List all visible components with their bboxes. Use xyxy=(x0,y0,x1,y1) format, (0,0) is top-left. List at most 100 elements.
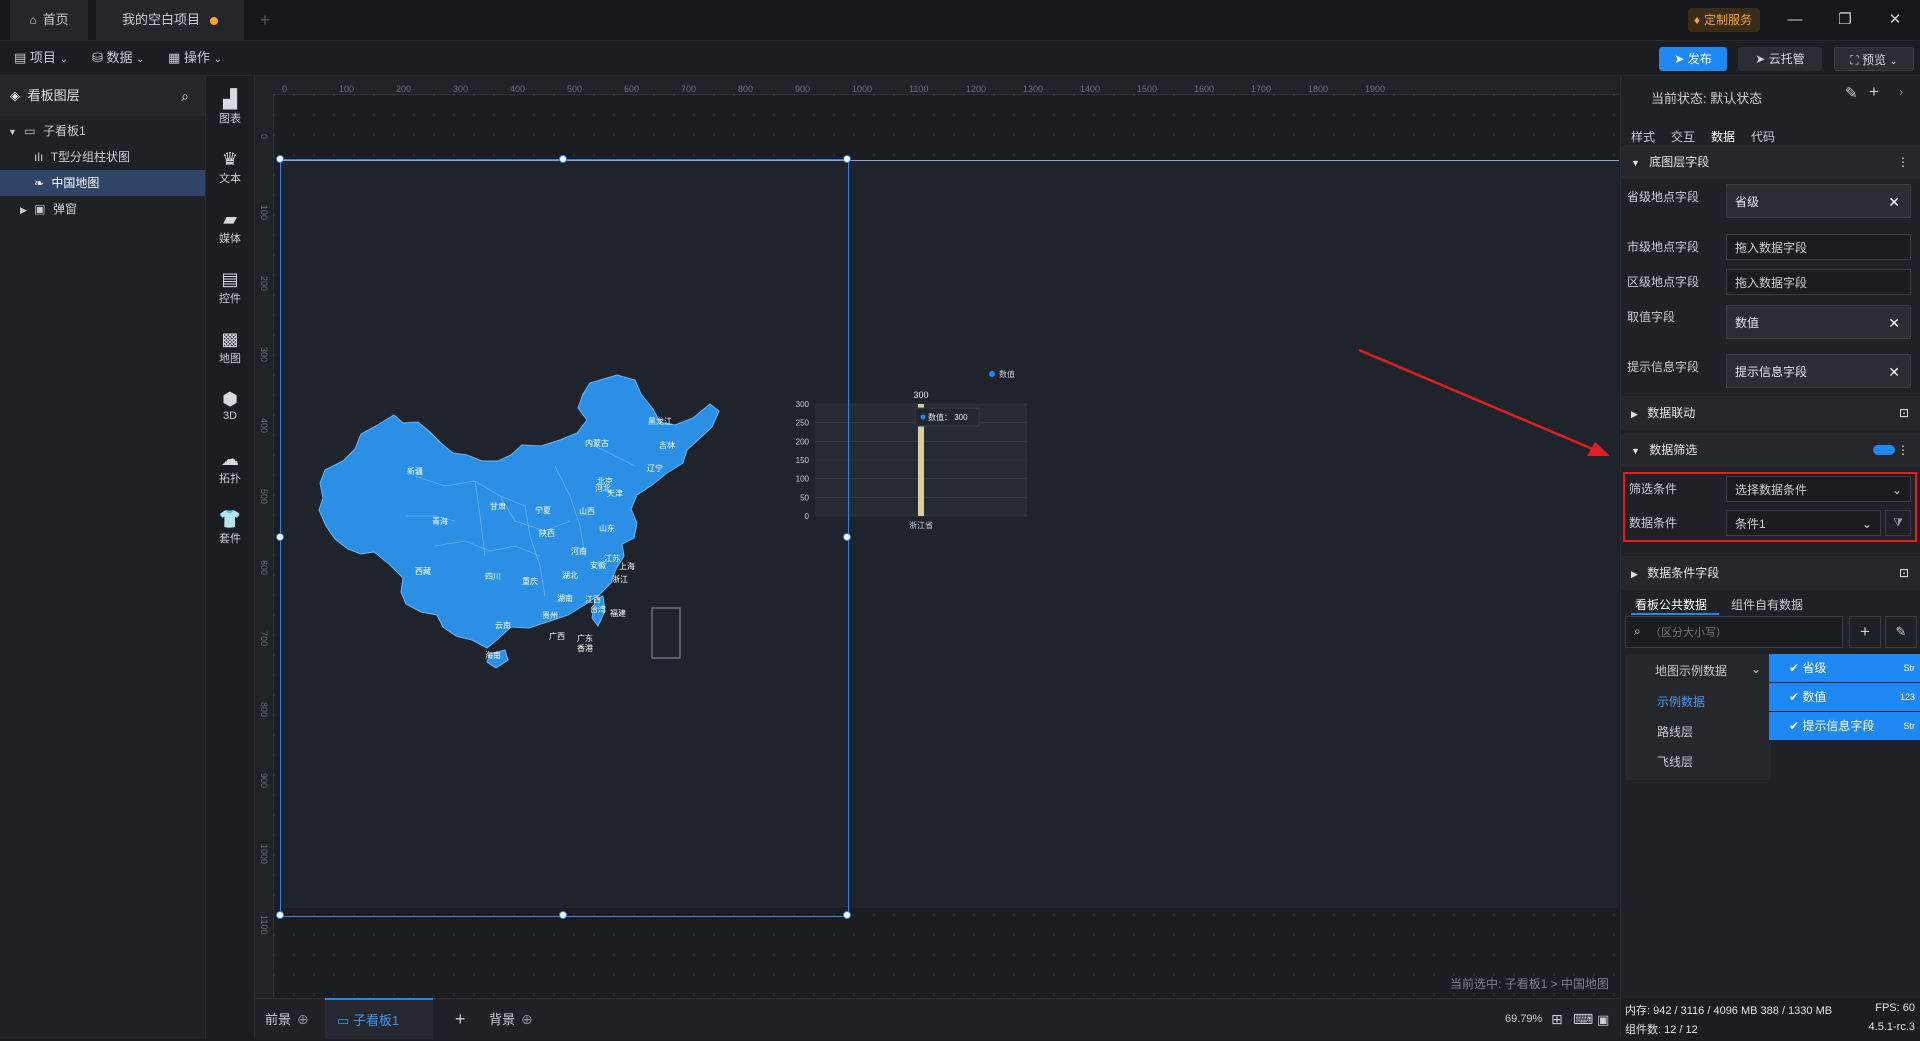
dataset-search[interactable]: ⌕ xyxy=(1625,616,1843,648)
filter-condition-select[interactable]: 选择数据条件 ⌄ xyxy=(1726,476,1911,502)
check-icon: ✔ xyxy=(1789,661,1800,675)
keyboard-icon[interactable]: ⌨ xyxy=(1573,999,1593,1040)
map-icon: ❧ xyxy=(34,176,45,190)
dataset-flyline-layer[interactable]: 飞线层 xyxy=(1657,753,1693,770)
column-tooltip[interactable]: ✔ 提示信息字段 Str xyxy=(1769,712,1920,740)
tool-media[interactable]: ▰ 媒体 xyxy=(206,208,254,246)
section-data-linkage[interactable]: ▶ 数据联动 ⊡ xyxy=(1621,396,1920,430)
tab-background[interactable]: 背景 xyxy=(489,999,515,1040)
edit-state-icon[interactable]: ✎ xyxy=(1845,84,1858,102)
canvas-area[interactable]: 0 100 200 300 400 500 600 700 800 900 1000 1100 1200… xyxy=(255,76,1619,998)
clear-icon[interactable]: ✕ xyxy=(1888,355,1900,389)
chart-legend[interactable]: 数值 xyxy=(999,369,1015,379)
add-dataset-button[interactable]: + xyxy=(1849,616,1881,648)
menu-data[interactable]: ⛁ 数据 ⌄ xyxy=(92,41,145,75)
resize-handle-l[interactable] xyxy=(276,533,284,541)
ruler-left-tick: 0 xyxy=(259,134,269,140)
menu-operation[interactable]: ▦ 操作 ⌄ xyxy=(168,41,222,75)
tab-code[interactable]: 代码 xyxy=(1751,128,1775,145)
layer-board[interactable]: ▼ ▭ 子看板1 xyxy=(0,118,205,144)
tool-kit[interactable]: 👕 套件 xyxy=(206,508,254,546)
custom-service-button[interactable]: ♦ 定制服务 xyxy=(1687,8,1760,32)
add-state-icon[interactable]: + xyxy=(1869,82,1879,102)
lock-icon[interactable]: ⊡ xyxy=(1899,396,1909,430)
resize-handle-bl[interactable] xyxy=(276,911,284,919)
tab-component-data[interactable]: 组件自有数据 xyxy=(1731,596,1803,613)
resize-handle-r[interactable] xyxy=(843,533,851,541)
ruler-top-tick: 1200 xyxy=(966,84,987,94)
tool-topology[interactable]: ☁ 拓扑 xyxy=(206,448,254,486)
field-district[interactable]: 拖入数据字段 xyxy=(1726,269,1911,295)
topology-icon: ☁ xyxy=(221,449,239,469)
resize-handle-t[interactable] xyxy=(559,155,567,163)
dataset-map-sample[interactable]: 地图示例数据 ⌄ xyxy=(1655,662,1761,679)
tab-style[interactable]: 样式 xyxy=(1631,128,1655,145)
filter-toggle[interactable] xyxy=(1873,445,1895,455)
zoom-level[interactable]: 69.79% xyxy=(1505,999,1542,1040)
map-selection-frame[interactable] xyxy=(280,159,849,917)
section-condition-fields[interactable]: ▶ 数据条件字段 ⊡ xyxy=(1621,556,1920,590)
tool-text[interactable]: ♛ 文本 xyxy=(206,148,254,186)
ruler-left-tick: 500 xyxy=(259,489,269,505)
field-value[interactable]: 数值 ✕ xyxy=(1726,305,1911,339)
section-filter-label: 数据筛选 xyxy=(1649,443,1698,457)
dataset-sample[interactable]: 示例数据 xyxy=(1657,693,1705,710)
more-icon[interactable]: ⋮ xyxy=(1897,145,1909,179)
tab-board-public-data[interactable]: 看板公共数据 xyxy=(1635,596,1707,613)
resize-handle-b[interactable] xyxy=(559,911,567,919)
restore-button[interactable]: ❐ xyxy=(1822,0,1868,40)
condition-filter-icon[interactable]: ⧩ xyxy=(1885,510,1911,536)
terminal-icon[interactable]: ▣ xyxy=(1597,999,1609,1040)
layer-popup[interactable]: ▶ ▣ 弹窗 xyxy=(0,196,205,222)
resize-handle-tr[interactable] xyxy=(843,155,851,163)
add-foreground-icon[interactable]: ⊕ xyxy=(297,999,309,1040)
layer-china-map[interactable]: ❧ 中国地图 xyxy=(0,170,205,196)
media-icon: ▰ xyxy=(223,209,237,229)
data-condition-select[interactable]: 条件1 ⌄ xyxy=(1726,510,1881,536)
chevron-down-icon: ⌄ xyxy=(213,54,222,65)
add-background-icon[interactable]: ⊕ xyxy=(521,999,533,1040)
tool-widget[interactable]: ▤ 控件 xyxy=(206,268,254,306)
add-board-icon[interactable]: + xyxy=(455,999,466,1040)
tool-map[interactable]: ▩ 地图 xyxy=(206,328,254,366)
tab-foreground[interactable]: 前景 xyxy=(265,999,291,1040)
tab-interaction[interactable]: 交互 xyxy=(1671,128,1695,145)
field-city[interactable]: 拖入数据字段 xyxy=(1726,234,1911,260)
preview-button[interactable]: ⛶ 预览 ⌄ xyxy=(1834,47,1914,71)
clear-icon[interactable]: ✕ xyxy=(1888,185,1900,219)
dataset-route-layer[interactable]: 路线层 xyxy=(1657,723,1693,740)
add-tab-icon[interactable]: + xyxy=(250,0,280,40)
section-base-fields[interactable]: ▼ 底图层字段 ⋮ xyxy=(1621,145,1920,179)
field-tooltip[interactable]: 提示信息字段 ✕ xyxy=(1726,354,1911,388)
resize-handle-tl[interactable] xyxy=(276,155,284,163)
tool-3d-label: 3D xyxy=(222,410,238,422)
menu-project[interactable]: ▤ 项目 ⌄ xyxy=(14,41,68,75)
caret-right-icon: ▶ xyxy=(20,205,27,215)
edit-dataset-icon[interactable]: ✎ xyxy=(1885,616,1917,648)
publish-label: 发布 xyxy=(1687,52,1712,66)
tab-home[interactable]: ⌂ 首页 xyxy=(10,0,88,40)
more-icon[interactable]: ⋮ xyxy=(1897,433,1909,467)
minimize-button[interactable]: — xyxy=(1772,0,1818,40)
resize-handle-br[interactable] xyxy=(843,911,851,919)
chevron-down-icon: ⌄ xyxy=(1891,483,1902,497)
tab-board[interactable]: ▭ 子看板1 xyxy=(325,998,433,1039)
publish-button[interactable]: ➤ 发布 xyxy=(1659,47,1727,71)
search-icon[interactable]: ⌕ xyxy=(181,76,189,116)
fit-screen-icon[interactable]: ⊞ xyxy=(1551,999,1563,1040)
tool-chart[interactable]: ▟ 图表 xyxy=(206,88,254,126)
tab-project[interactable]: 我的空白项目 xyxy=(96,0,244,40)
chevron-right-icon[interactable]: › xyxy=(1899,84,1903,99)
lock-icon[interactable]: ⊡ xyxy=(1899,556,1909,590)
column-province[interactable]: ✔ 省级 Str xyxy=(1769,654,1920,682)
column-value[interactable]: ✔ 数值 123 xyxy=(1769,683,1920,711)
cloud-host-button[interactable]: ➤ 云托管 xyxy=(1738,47,1822,71)
close-button[interactable]: ✕ xyxy=(1872,0,1918,40)
field-province[interactable]: 省级 ✕ xyxy=(1726,184,1911,218)
section-data-filter[interactable]: ▼ 数据筛选 ⋮ xyxy=(1621,433,1920,467)
dataset-search-input[interactable] xyxy=(1648,621,1838,645)
clear-icon[interactable]: ✕ xyxy=(1888,306,1900,340)
tool-3d[interactable]: ⬢ 3D xyxy=(206,388,254,422)
tab-data[interactable]: 数据 xyxy=(1711,128,1735,145)
layer-bar-chart[interactable]: ılı T型分组柱状图 xyxy=(0,144,205,170)
